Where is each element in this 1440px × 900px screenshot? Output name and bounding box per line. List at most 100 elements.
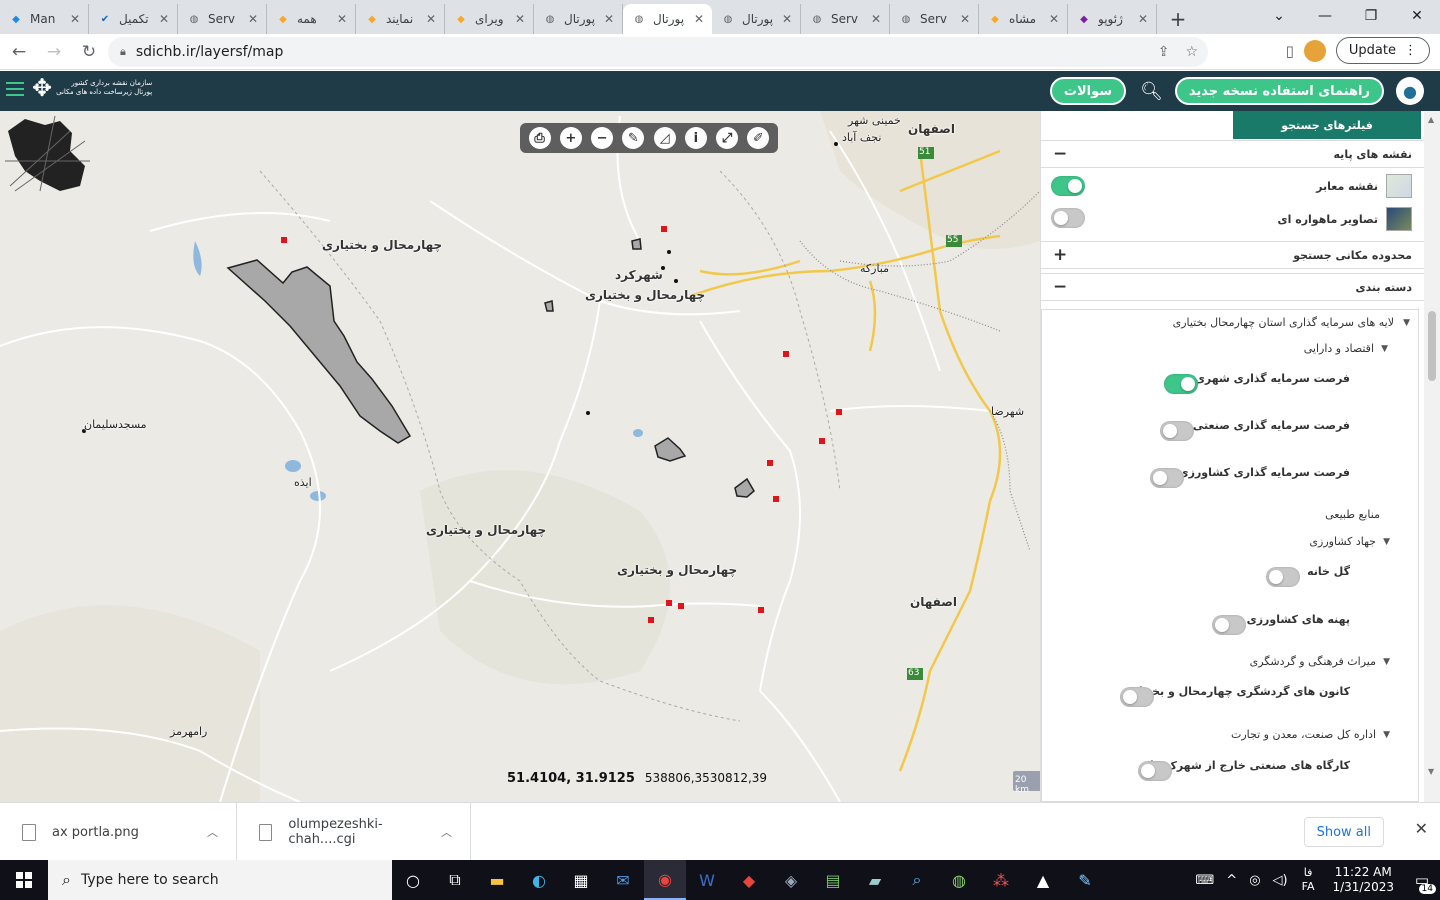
tab-close-icon[interactable]: ✕ <box>515 12 525 26</box>
caret-down-icon[interactable]: ▼ <box>1383 537 1390 547</box>
notification-icon[interactable]: ▭ 14 <box>1404 860 1440 900</box>
search-icon[interactable]: 🔍︎ <box>1140 81 1163 102</box>
tree-industry-dept[interactable]: اداره کل صنعت، معدن و تجارت <box>1231 728 1376 741</box>
cortana-icon[interactable]: ○ <box>392 860 434 900</box>
measure-area-icon[interactable]: ◿ <box>653 127 676 149</box>
lock-icon[interactable]: 🔒︎ <box>120 45 126 59</box>
caret-down-icon[interactable]: ▼ <box>1383 730 1390 740</box>
chevron-up-icon[interactable]: ︿ <box>207 824 218 840</box>
chrome-icon[interactable]: ◉ <box>644 860 686 900</box>
toggle-workshops[interactable] <box>1138 761 1172 781</box>
toggle-agricultural-investment[interactable] <box>1150 468 1184 488</box>
layer-farm-zones[interactable]: پهنه های کشاورزی <box>1247 613 1350 626</box>
browser-tab[interactable]: ◆ ویرای ✕ <box>445 4 534 34</box>
guide-button[interactable]: راهنمای استفاده نسخه جدید <box>1174 77 1384 105</box>
tab-close-icon[interactable]: ✕ <box>782 12 792 26</box>
word-icon[interactable]: W <box>686 860 728 900</box>
brush-icon[interactable]: ✐ <box>747 127 770 149</box>
tab-close-icon[interactable]: ✕ <box>426 12 436 26</box>
windows-start-icon[interactable] <box>0 860 48 900</box>
tab-close-icon[interactable]: ✕ <box>960 12 970 26</box>
tab-close-icon[interactable]: ✕ <box>694 12 704 26</box>
task-view-icon[interactable]: ⧉ <box>434 860 476 900</box>
browser-tab[interactable]: ◆ مشاه ✕ <box>979 4 1068 34</box>
scroll-down-icon[interactable]: ▼ <box>1428 767 1434 776</box>
photos-icon[interactable]: ▲ <box>1022 860 1064 900</box>
section-categories[interactable]: دسته بندی − <box>1041 273 1424 301</box>
collapse-icon[interactable]: − <box>1053 277 1067 297</box>
tab-close-icon[interactable]: ✕ <box>604 12 614 26</box>
update-button[interactable]: Update ⋮ <box>1335 37 1430 64</box>
tab-close-icon[interactable]: ✕ <box>248 12 258 26</box>
map-canvas[interactable]: خمینی شهر نجف آباد اصفهان چهارمحال و بخت… <box>0 111 1040 802</box>
toggle-tourism[interactable] <box>1120 687 1154 707</box>
tab-search-icon[interactable]: ⌄ <box>1256 0 1302 32</box>
layer-greenhouse[interactable]: گل خانه <box>1307 565 1350 578</box>
tab-close-icon[interactable]: ✕ <box>871 12 881 26</box>
caret-down-icon[interactable]: ▼ <box>1381 344 1388 354</box>
base-map-satellite[interactable]: تصاویر ماهواره ای <box>1041 204 1424 234</box>
tree-root[interactable]: لایه های سرمایه گذاری استان چهارمحال بخت… <box>1173 316 1394 329</box>
bookmark-star-icon[interactable]: ☆ <box>1185 44 1198 60</box>
taskbar-search[interactable]: ⌕ Type here to search <box>48 860 392 900</box>
download-item[interactable]: ax portla.png ︿ <box>0 803 237 861</box>
browser-tab[interactable]: ◍ پورتال ✕ <box>623 4 712 34</box>
reload-icon[interactable]: ↻ <box>73 36 105 68</box>
browser-tab[interactable]: ◍ Serv ✕ <box>890 4 979 34</box>
share-icon[interactable]: ⇪ <box>1158 44 1170 60</box>
info-icon[interactable]: i <box>684 127 707 149</box>
collapse-icon[interactable]: − <box>1053 144 1067 164</box>
toggle-greenhouse[interactable] <box>1266 567 1300 587</box>
tab-search-filters[interactable]: فیلترهای جستجو <box>1233 111 1421 139</box>
fullscreen-icon[interactable]: ⤢ <box>716 127 739 149</box>
forward-icon[interactable]: → <box>38 36 70 68</box>
panel-scrollbar[interactable]: ▲ ▼ <box>1424 111 1440 802</box>
tree-jahad[interactable]: جهاد کشاورزی <box>1309 535 1376 548</box>
show-all-downloads-button[interactable]: Show all <box>1303 817 1384 847</box>
dots-app-icon[interactable]: ⁂ <box>980 860 1022 900</box>
toggle-streets[interactable] <box>1051 176 1085 196</box>
browser-tab[interactable]: ◍ پورتال ✕ <box>712 4 801 34</box>
tree-heritage[interactable]: میراث فرهنگی و گردشگری <box>1250 655 1376 668</box>
section-base-maps[interactable]: نقشه های پایه − <box>1041 140 1424 168</box>
close-window-button[interactable]: ✕ <box>1394 0 1440 32</box>
layer-urban-investment[interactable]: فرصت سرمایه گذاری شهری <box>1195 372 1350 385</box>
tab-close-icon[interactable]: ✕ <box>1138 12 1148 26</box>
section-spatial-extent[interactable]: محدوده مکانی جستجو + <box>1041 241 1424 269</box>
browser-tab[interactable]: ◍ Serv ✕ <box>801 4 890 34</box>
tab-close-icon[interactable]: ✕ <box>1049 12 1059 26</box>
network-icon[interactable]: ◎ <box>1249 873 1260 888</box>
browser-tab[interactable]: ✔ تکمیل ✕ <box>89 4 178 34</box>
tree-economy[interactable]: اقتصاد و دارایی <box>1304 342 1374 355</box>
layer-tourism[interactable]: کانون های گردشگری چهارمحال و بختیاری <box>1123 685 1350 698</box>
toggle-urban-investment[interactable] <box>1164 374 1198 394</box>
minimize-button[interactable]: — <box>1302 0 1348 32</box>
omnibox[interactable]: 🔒︎ sdichb.ir/layersf/map ⇪ ☆ <box>108 37 1208 67</box>
layer-workshops[interactable]: کارگاه های صنعتی خارج از شهرک ها <box>1150 759 1350 772</box>
expand-icon[interactable]: + <box>1053 245 1067 265</box>
browser-tab[interactable]: ◆ Man ✕ <box>0 4 89 34</box>
profile-icon[interactable] <box>1303 39 1326 62</box>
new-tab-button[interactable]: + <box>1163 4 1193 34</box>
print-icon[interactable]: ⎙ <box>528 127 551 149</box>
scroll-thumb[interactable] <box>1428 311 1436 381</box>
tab-close-icon[interactable]: ✕ <box>337 12 347 26</box>
clock[interactable]: 11:22 AM 1/31/2023 <box>1332 865 1394 895</box>
organization-logo[interactable]: ✥ سازمان نقشه برداری کشور پورتال زیرساخت… <box>32 74 152 102</box>
mail-icon[interactable]: ✉ <box>602 860 644 900</box>
url-text[interactable]: sdichb.ir/layersf/map <box>136 44 284 60</box>
base-map-streets[interactable]: نقشه معابر <box>1041 171 1424 201</box>
draw-line-icon[interactable]: ✎ <box>622 127 645 149</box>
file-explorer-icon[interactable]: ▬ <box>476 860 518 900</box>
postgres-icon[interactable]: ◈ <box>770 860 812 900</box>
browser-tab[interactable]: ◆ ژئوپو ✕ <box>1068 4 1157 34</box>
hamburger-menu-icon[interactable] <box>6 82 24 100</box>
back-icon[interactable]: ← <box>3 36 35 68</box>
zoom-in-icon[interactable]: + <box>559 127 582 149</box>
tab-close-icon[interactable]: ✕ <box>70 12 80 26</box>
user-avatar-icon[interactable]: ● <box>1396 77 1424 105</box>
notes-icon[interactable]: ▰ <box>854 860 896 900</box>
restore-button[interactable]: ❐ <box>1348 0 1394 32</box>
sidepanel-icon[interactable]: ▯ <box>1286 42 1294 60</box>
browser-tab[interactable]: ◍ Serv ✕ <box>178 4 267 34</box>
